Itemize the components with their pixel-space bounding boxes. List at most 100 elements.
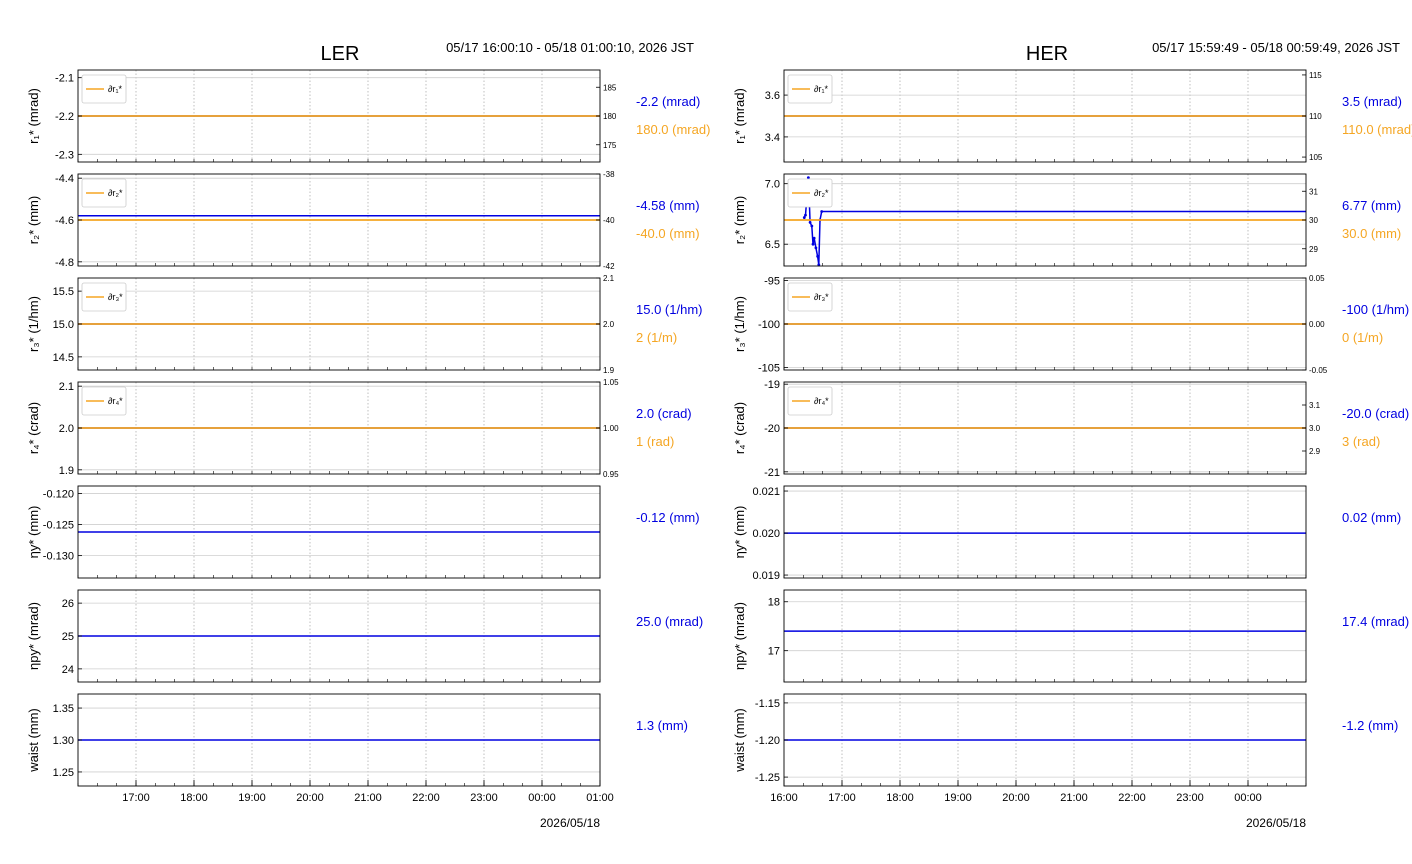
y-tick-label: 2.0	[59, 423, 74, 435]
panel-2: -4.4 -4.6 -4.8 -38 -40 -42 r₂* (mm) ∂r₂* -4.58 (…	[26, 170, 700, 271]
y2-tick-label: 31	[1309, 187, 1318, 196]
y-axis-label: r₃* (1/hm)	[732, 296, 747, 352]
y-tick-label: 1.30	[53, 735, 74, 747]
legend-label: ∂r₁*	[108, 84, 122, 94]
readout-primary: -100 (1/hm)	[1342, 302, 1409, 317]
y-tick-label: 15.5	[53, 286, 74, 298]
y-tick-label: 0.019	[752, 570, 780, 582]
chart-title: HER	[1026, 43, 1068, 65]
panel-3: -95 -100 -105 0.05 0.00 -0.05 r₃* (1/hm) ∂r₃* -1…	[732, 274, 1409, 375]
y-tick-label: -4.4	[55, 173, 74, 185]
y-tick-label: 3.4	[765, 132, 780, 144]
panel-1: -2.1 -2.2 -2.3 185 180 175 r₁* (mrad) ∂r₁* -2.2 …	[26, 69, 710, 163]
readout-primary: 3.5 (mrad)	[1342, 94, 1402, 109]
y-tick-label: 2.1	[59, 381, 74, 393]
y-tick-label: 15.0	[53, 319, 74, 331]
y-axis-label: r₁* (mrad)	[732, 88, 747, 144]
y2-tick-label: -40	[603, 216, 615, 225]
x-tick-label: 00:00	[1234, 792, 1262, 804]
y-tick-label: 1.9	[59, 465, 74, 477]
readout-secondary: 110.0 (mrad)	[1342, 122, 1412, 137]
y2-tick-label: -38	[603, 170, 615, 179]
y-tick-label: -95	[764, 276, 780, 288]
y-tick-label: 1.35	[53, 703, 74, 715]
legend-label: ∂r₂*	[814, 188, 829, 198]
y2-tick-label: 180	[603, 112, 617, 121]
panel-3: 15.5 15.0 14.5 2.1 2.0 1.9 r₃* (1/hm) ∂r₃* 15.0 …	[26, 274, 702, 375]
time-range-label: 05/17 15:59:49 - 05/18 00:59:49, 2026 JS…	[1152, 40, 1400, 55]
y2-tick-label: 110	[1309, 112, 1322, 121]
readout-primary: 2.0 (crad)	[636, 406, 692, 421]
y2-tick-label: 175	[603, 141, 617, 150]
readout-secondary: 180.0 (mrad)	[636, 122, 710, 137]
panel-2: 7.0 6.5 31 30 29 r₂* (mm) ∂r₂* 6.77 (mm) 30.0 (m…	[732, 173, 1401, 267]
y-tick-label: -2.3	[55, 149, 74, 161]
y2-tick-label: 29	[1309, 245, 1318, 254]
readout-primary: -2.2 (mrad)	[636, 94, 700, 109]
series-point	[802, 216, 806, 219]
y-tick-label: -0.125	[43, 520, 74, 532]
y2-tick-label: -0.05	[1309, 366, 1328, 375]
x-tick-label: 01:00	[586, 792, 614, 804]
chart-ler: LER 05/17 16:00:10 - 05/18 01:00:10, 2026…	[26, 40, 710, 830]
x-tick-label: 19:00	[944, 792, 972, 804]
readout-primary: -0.12 (mm)	[636, 510, 700, 525]
readout-secondary: -40.0 (mm)	[636, 226, 700, 241]
y-axis-label: r₃* (1/hm)	[26, 296, 41, 352]
y2-tick-label: 2.1	[603, 274, 615, 283]
x-tick-label: 21:00	[1060, 792, 1088, 804]
panel-1: 3.6 3.4 115 110 105 r₁* (mrad) ∂r₁* 3.5 (mrad) 1…	[732, 69, 1412, 163]
panel-6: 18 17 ηpy* (mrad) 17.4 (mrad)	[732, 589, 1409, 683]
series-point	[820, 210, 824, 213]
y-tick-label: 26	[62, 598, 74, 610]
y-axis-label: r₄* (crad)	[26, 402, 41, 454]
series-point	[810, 224, 814, 228]
readout-secondary: 1 (rad)	[636, 434, 674, 449]
x-date-label: 2026/05/18	[540, 816, 600, 830]
y-tick-label: 0.021	[752, 486, 780, 498]
legend-label: ∂r₄*	[108, 396, 123, 406]
y-tick-label: -100	[758, 319, 780, 331]
x-tick-label: 22:00	[1118, 792, 1146, 804]
x-tick-label: 17:00	[828, 792, 856, 804]
x-date-label: 2026/05/18	[1246, 816, 1306, 830]
y-axis-label: waist (mm)	[732, 708, 747, 773]
panel-frame	[783, 589, 1307, 683]
readout-secondary: 3 (rad)	[1342, 434, 1380, 449]
legend-label: ∂r₃*	[814, 292, 829, 302]
readout-primary: 0.02 (mm)	[1342, 510, 1401, 525]
legend-label: ∂r₄*	[814, 396, 829, 406]
readout-primary: 17.4 (mrad)	[1342, 614, 1409, 629]
y-axis-label: r₄* (crad)	[732, 402, 747, 454]
y-tick-label: -20	[764, 423, 780, 435]
x-tick-label: 23:00	[470, 792, 498, 804]
y-tick-label: -21	[764, 467, 780, 479]
y2-tick-label: 185	[603, 83, 617, 92]
y2-tick-label: 2.0	[603, 320, 615, 329]
y-tick-label: 25	[62, 631, 74, 643]
y-axis-label: ηy* (mm)	[26, 506, 41, 559]
x-tick-label: 17:00	[122, 792, 150, 804]
x-tick-label: 18:00	[180, 792, 208, 804]
y-axis-label: r₁* (mrad)	[26, 88, 41, 144]
panel-4: 2.1 2.0 1.9 1.05 1.00 0.95 r₄* (crad) ∂r₄* 2.0 (…	[26, 378, 692, 479]
y-tick-label: -1.15	[755, 698, 780, 710]
y-tick-label: -2.1	[55, 73, 74, 85]
y-tick-label: -2.2	[55, 111, 74, 123]
chart-title: LER	[321, 43, 360, 65]
y2-tick-label: 3.1	[1309, 401, 1321, 410]
readout-primary: -4.58 (mm)	[636, 198, 700, 213]
y-tick-label: 18	[768, 597, 780, 609]
y2-tick-label: 105	[1309, 153, 1323, 162]
y-axis-label: waist (mm)	[26, 708, 41, 773]
time-range-label: 05/17 16:00:10 - 05/18 01:00:10, 2026 JS…	[446, 40, 694, 55]
series-line-primary	[803, 177, 1306, 265]
y-tick-label: -4.6	[55, 215, 74, 227]
panel-7: -1.15 -1.20 -1.25 waist (mm) -1.2 (mm) 16:00 1…	[732, 693, 1398, 830]
y2-tick-label: 0.95	[603, 470, 619, 479]
panel-6: 26 25 24 ηpy* (mrad) 25.0 (mrad)	[26, 589, 703, 683]
legend-label: ∂r₁*	[814, 84, 828, 94]
x-tick-label: 20:00	[1002, 792, 1030, 804]
x-tick-label: 19:00	[238, 792, 266, 804]
y-tick-label: -0.130	[43, 551, 74, 563]
